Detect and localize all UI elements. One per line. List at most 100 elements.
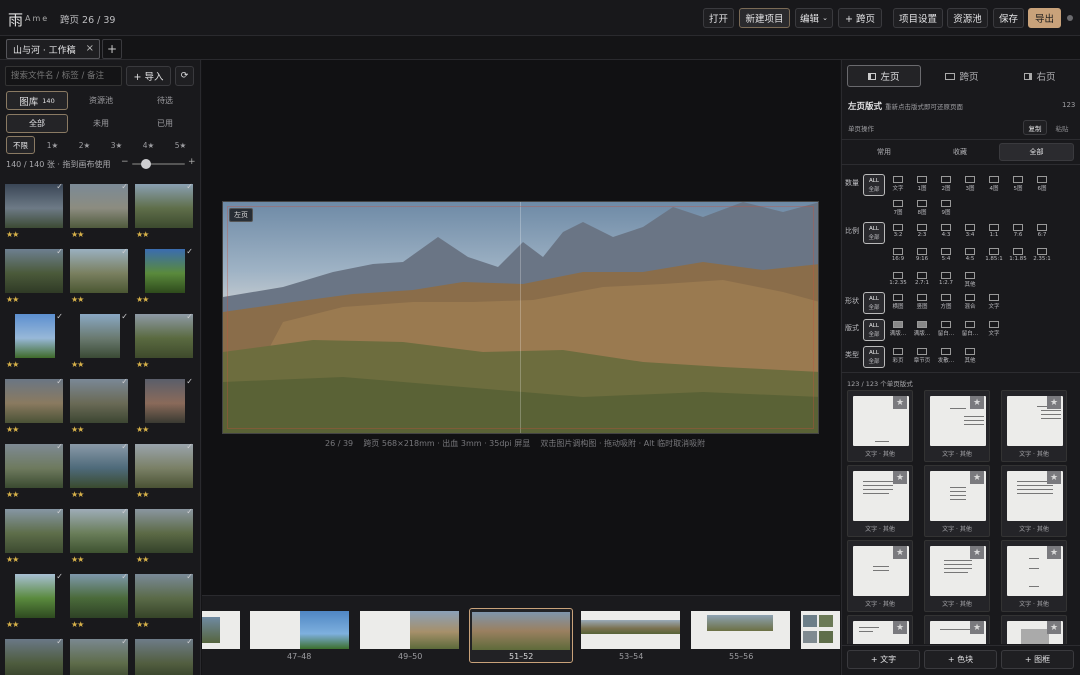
filter-option[interactable]: ALL 全部 xyxy=(863,346,885,368)
asset-pool-button[interactable]: 资源池 xyxy=(947,8,988,28)
filter-option[interactable]: 8图 xyxy=(911,198,933,220)
spread-canvas[interactable] xyxy=(222,201,819,434)
add-spread-button[interactable]: + 跨页 xyxy=(838,8,882,28)
layout-cell[interactable]: ★ 文字 · 其他 xyxy=(1001,540,1067,612)
filter-option[interactable]: 4图 xyxy=(983,174,1005,196)
favorite-star-icon[interactable]: ★ xyxy=(970,396,984,409)
filter-option[interactable]: 9图 xyxy=(935,198,957,220)
favorite-star-icon[interactable]: ★ xyxy=(893,471,907,484)
filter-option[interactable]: 文字 xyxy=(983,292,1005,314)
thumbnail-item[interactable]: ★★ ✓ xyxy=(3,310,67,372)
filter-option[interactable]: 2.7:1 xyxy=(911,270,933,292)
thumbnail-item[interactable]: ★★ ✓ xyxy=(3,375,67,437)
filter-option[interactable]: 5图 xyxy=(1007,174,1029,196)
thumbnail-item[interactable]: ★★ ✓ xyxy=(68,505,132,567)
filter-option[interactable]: 7:6 xyxy=(1007,222,1029,244)
layout-cell[interactable]: ★ 文字 · 其他 xyxy=(847,540,913,612)
filter-option[interactable]: 1:2.35 xyxy=(887,270,909,292)
source-tab-library[interactable]: 图库 140 xyxy=(6,91,68,110)
tab-spread[interactable]: 跨页 xyxy=(925,65,999,87)
layout-cell[interactable]: ★ 文字 · 其他 xyxy=(924,540,990,612)
filter-option[interactable]: 满版… xyxy=(911,319,933,341)
rating-tab-5[interactable]: 5★ xyxy=(166,136,195,154)
filter-option[interactable]: 16:9 xyxy=(887,246,909,268)
film-item[interactable] xyxy=(250,611,349,649)
filter-option[interactable]: 1:2.7 xyxy=(935,270,957,292)
thumbnail-item[interactable]: ★★ ✓ xyxy=(133,440,197,502)
filter-option[interactable]: 方图 xyxy=(935,292,957,314)
filter-option[interactable]: 1图 xyxy=(911,174,933,196)
filter-tab-unused[interactable]: 未用 xyxy=(70,114,132,133)
film-item[interactable] xyxy=(202,611,240,649)
thumbnail-item[interactable]: ✓ xyxy=(3,635,67,675)
favorite-star-icon[interactable]: ★ xyxy=(1047,471,1061,484)
thumbnail-item[interactable]: ★★ ✓ xyxy=(3,505,67,567)
filter-option[interactable]: 1:1.85 xyxy=(1007,246,1029,268)
rating-tab-1[interactable]: 1★ xyxy=(38,136,67,154)
filter-option[interactable]: 章节页 xyxy=(911,346,933,368)
project-settings-button[interactable]: 项目设置 xyxy=(893,8,943,28)
filter-option[interactable]: 横图 xyxy=(887,292,909,314)
film-item[interactable] xyxy=(360,611,459,649)
favorite-star-icon[interactable]: ★ xyxy=(1047,396,1061,409)
thumbnail-item[interactable]: ★★ ✓ xyxy=(3,245,67,307)
zoom-minus[interactable]: − xyxy=(121,157,129,167)
filter-tab-used[interactable]: 已用 xyxy=(134,114,196,133)
close-icon[interactable]: × xyxy=(86,43,94,54)
filter-option[interactable]: 其他 xyxy=(959,270,981,292)
thumbnail-item[interactable]: ★★ ✓ xyxy=(133,375,197,437)
edit-menu-button[interactable]: 编辑 ⌄ xyxy=(795,8,833,28)
doc-tab[interactable]: 山与河 · 工作稿 × xyxy=(6,39,100,59)
filter-option[interactable]: ALL 全部 xyxy=(863,222,885,244)
thumbnail-item[interactable]: ★★ ✓ xyxy=(3,440,67,502)
favorite-star-icon[interactable]: ★ xyxy=(893,396,907,409)
paste-button[interactable]: 粘贴 xyxy=(1050,120,1074,135)
filter-option[interactable]: 5:4 xyxy=(935,246,957,268)
filter-option[interactable]: 文字 xyxy=(887,174,909,196)
thumbnail-item[interactable]: ★★ ✓ xyxy=(68,245,132,307)
search-input[interactable] xyxy=(5,66,122,86)
zoom-plus[interactable]: + xyxy=(188,157,196,167)
thumbnail-item[interactable]: ★★ ✓ xyxy=(68,375,132,437)
thumbnail-item[interactable]: ★★ ✓ xyxy=(68,570,132,632)
filter-option[interactable]: 2:3 xyxy=(911,222,933,244)
filter-option[interactable]: ALL 全部 xyxy=(863,292,885,314)
favorite-star-icon[interactable]: ★ xyxy=(970,621,984,634)
filter-option[interactable]: ALL 全部 xyxy=(863,319,885,341)
new-tab-button[interactable]: + xyxy=(102,39,122,59)
cat-tab-favorite[interactable]: 收藏 xyxy=(923,143,997,161)
tab-right-page[interactable]: 右页 xyxy=(1003,65,1077,87)
filter-option[interactable]: 9:16 xyxy=(911,246,933,268)
filter-option[interactable]: 3图 xyxy=(959,174,981,196)
thumbnail-item[interactable]: ★★ ✓ xyxy=(3,180,67,242)
filter-option[interactable]: ALL 全部 xyxy=(863,174,885,196)
layout-cell[interactable]: ★ xyxy=(1001,615,1067,644)
filter-option[interactable]: 留白… xyxy=(935,319,957,341)
filter-tab-all[interactable]: 全部 xyxy=(6,114,68,133)
layout-cell[interactable]: ★ 文字 · 其他 xyxy=(924,465,990,537)
favorite-star-icon[interactable]: ★ xyxy=(1047,621,1061,634)
filter-option[interactable]: 4:5 xyxy=(959,246,981,268)
import-button[interactable]: + 导入 xyxy=(126,66,171,86)
favorite-star-icon[interactable]: ★ xyxy=(970,471,984,484)
thumbnail-item[interactable]: ★★ ✓ xyxy=(68,310,132,372)
layout-cell[interactable]: ★ xyxy=(847,615,913,644)
filter-option[interactable]: 2图 xyxy=(935,174,957,196)
open-button[interactable]: 打开 xyxy=(703,8,734,28)
layout-cell[interactable]: ★ 文字 · 其他 xyxy=(847,465,913,537)
film-item[interactable] xyxy=(801,611,840,649)
filter-option[interactable]: 4:3 xyxy=(935,222,957,244)
tab-left-page[interactable]: 左页 xyxy=(847,65,921,87)
filter-option[interactable]: 混合 xyxy=(959,292,981,314)
filter-option[interactable]: 3:4 xyxy=(959,222,981,244)
rating-tab-3[interactable]: 3★ xyxy=(102,136,131,154)
new-project-button[interactable]: 新建项目 xyxy=(739,8,790,28)
filter-option[interactable]: 满版… xyxy=(887,319,909,341)
filter-option[interactable]: 1:1 xyxy=(983,222,1005,244)
layout-cell[interactable]: ★ 文字 · 其他 xyxy=(1001,465,1067,537)
thumbnail-item[interactable]: ★★ ✓ xyxy=(133,245,197,307)
save-button[interactable]: 保存 xyxy=(993,8,1024,28)
filter-option[interactable]: 留白… xyxy=(959,319,981,341)
thumbnail-item[interactable]: ✓ xyxy=(133,635,197,675)
filter-option[interactable]: 彩页 xyxy=(887,346,909,368)
